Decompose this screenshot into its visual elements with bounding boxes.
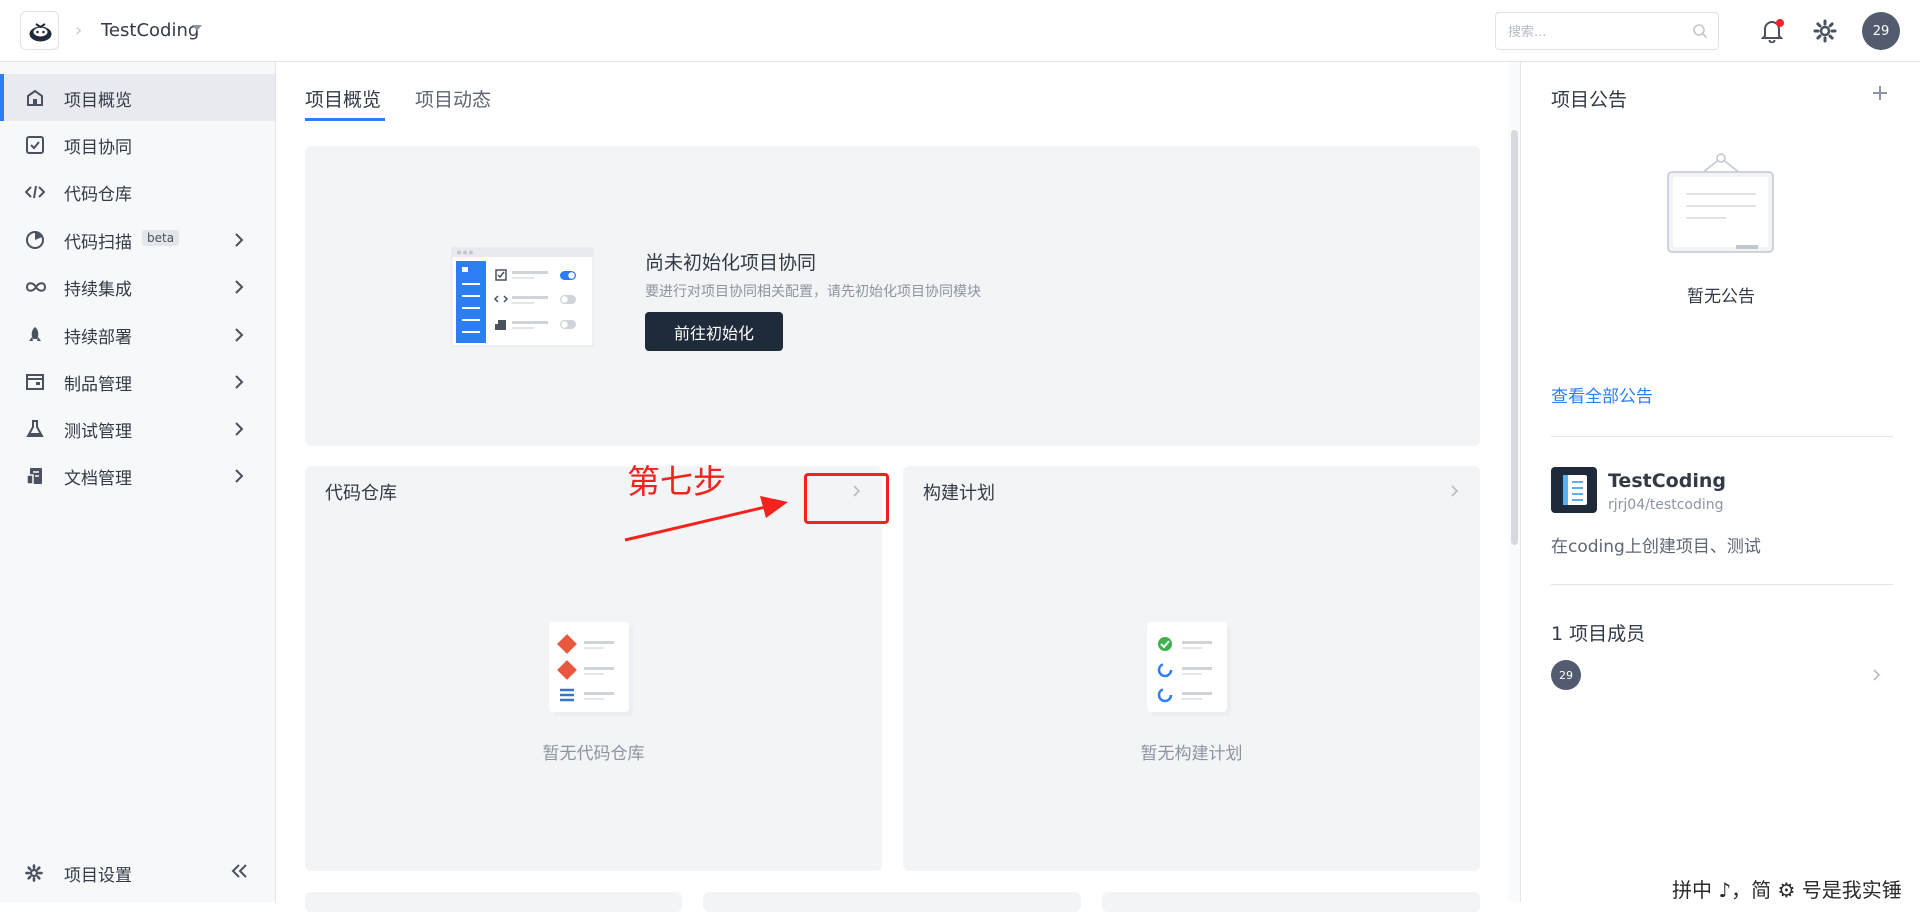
collapse-sidebar-icon[interactable] (231, 863, 249, 883)
sidebar-item-collaboration[interactable]: 项目协同 (0, 121, 275, 168)
watermark-text: 拼中 ♪，简 ⚙ 号是我实锤 (1672, 878, 1902, 902)
add-announcement-icon[interactable] (1871, 84, 1889, 106)
sidebar-item-label: 代码扫描 (64, 233, 132, 253)
noticeboard-icon (1666, 144, 1776, 258)
top-bar: › TestCoding 29 (0, 0, 1920, 62)
sidebar-item-label: 持续部署 (64, 328, 132, 348)
document-icon (25, 466, 45, 486)
partial-card (703, 892, 1081, 912)
project-name: TestCoding (1608, 470, 1726, 492)
announcements-title: 项目公告 (1551, 89, 1628, 111)
partial-card (1102, 892, 1480, 912)
sidebar-item-ci[interactable]: 持续集成 (0, 263, 275, 310)
project-notebook-icon (1551, 467, 1597, 513)
sidebar-item-code-scan[interactable]: 代码扫描 beta (0, 216, 275, 263)
build-plan-card: 构建计划 暂无构建计划 (903, 466, 1480, 871)
search-icon[interactable] (1692, 23, 1708, 43)
sidebar-item-label: 代码仓库 (64, 185, 132, 205)
chevron-right-icon (234, 327, 244, 347)
project-switcher[interactable]: TestCoding (101, 20, 199, 41)
tab-overview[interactable]: 项目概览 (305, 85, 381, 112)
code-icon (24, 182, 46, 202)
sidebar-item-label: 项目概览 (64, 91, 132, 111)
members-title: 1 项目成员 (1551, 623, 1646, 645)
project-description: 在coding上创建项目、测试 (1551, 537, 1761, 557)
sidebar-item-testing[interactable]: 测试管理 (0, 405, 275, 452)
init-description: 要进行对项目协同相关配置，请先初始化项目协同模块 (645, 284, 981, 300)
chevron-right-icon (234, 279, 244, 299)
coding-logo-icon[interactable] (20, 11, 59, 50)
init-title: 尚未初始化项目协同 (645, 252, 817, 274)
search-box[interactable] (1495, 12, 1719, 50)
init-collaboration-card: 尚未初始化项目协同 要进行对项目协同相关配置，请先初始化项目协同模块 前往初始化 (305, 146, 1480, 446)
partial-card (305, 892, 682, 912)
annotation-highlight-box (804, 473, 889, 524)
view-all-announcements-link[interactable]: 查看全部公告 (1551, 382, 1653, 407)
beta-badge: beta (142, 230, 180, 246)
gear-icon (25, 864, 43, 886)
sidebar-item-docs[interactable]: 文档管理 (0, 452, 275, 499)
infinity-icon (25, 277, 47, 297)
settings-label: 项目设置 (64, 866, 132, 886)
tab-activity[interactable]: 项目动态 (415, 85, 491, 112)
annotation-arrow-icon (624, 496, 788, 542)
chevron-right-icon (234, 468, 244, 488)
right-panel: 项目公告 暂无公告 查看全部公告 TestCoding rjrj04/testc… (1520, 62, 1920, 902)
rocket-icon (25, 325, 45, 345)
chevron-right-icon (234, 232, 244, 252)
sidebar-item-code-repo[interactable]: 代码仓库 (0, 168, 275, 215)
checkbox-icon (25, 135, 45, 155)
sidebar-item-artifacts[interactable]: 制品管理 (0, 358, 275, 405)
search-input[interactable] (1508, 21, 1678, 43)
scrollbar-thumb[interactable] (1511, 130, 1518, 545)
box-icon (25, 372, 45, 392)
sidebar: 项目概览 项目协同 代码仓库 代码扫描 beta 持续集成 持续部署 制品管理 … (0, 62, 276, 902)
announcements-empty-text: 暂无公告 (1687, 287, 1755, 307)
active-tab-indicator (305, 118, 385, 121)
chevron-right-icon[interactable] (1872, 667, 1882, 686)
sidebar-item-label: 文档管理 (64, 469, 132, 489)
breadcrumb-separator-icon: › (75, 20, 83, 41)
user-avatar[interactable]: 29 (1862, 12, 1900, 50)
divider (1551, 584, 1893, 585)
collaboration-illustration-icon (450, 246, 595, 352)
chevron-down-icon[interactable] (192, 25, 202, 31)
sidebar-item-cd[interactable]: 持续部署 (0, 311, 275, 358)
empty-state-text: 暂无构建计划 (1140, 744, 1243, 764)
go-initialize-button[interactable]: 前往初始化 (645, 312, 783, 351)
flask-icon (25, 419, 45, 439)
member-avatar[interactable]: 29 (1551, 660, 1581, 690)
project-path: rjrj04/testcoding (1608, 497, 1724, 513)
home-icon (25, 88, 45, 108)
chevron-right-icon (234, 374, 244, 394)
chevron-right-icon (234, 421, 244, 441)
empty-state-text: 暂无代码仓库 (542, 744, 645, 764)
sidebar-item-label: 测试管理 (64, 422, 132, 442)
sidebar-item-overview[interactable]: 项目概览 (0, 74, 275, 121)
chevron-right-icon[interactable] (1450, 483, 1460, 502)
gear-icon[interactable] (1813, 19, 1837, 47)
repo-empty-icon (547, 622, 637, 721)
sidebar-item-label: 持续集成 (64, 280, 132, 300)
sidebar-item-label: 制品管理 (64, 375, 132, 395)
notification-dot (1776, 19, 1784, 27)
card-title: 构建计划 (923, 483, 995, 504)
sidebar-settings[interactable]: 项目设置 (0, 842, 275, 902)
sidebar-item-label: 项目协同 (64, 138, 132, 158)
card-title: 代码仓库 (325, 483, 397, 504)
divider (1551, 436, 1893, 437)
scan-icon (25, 230, 45, 250)
build-empty-icon (1145, 622, 1235, 721)
